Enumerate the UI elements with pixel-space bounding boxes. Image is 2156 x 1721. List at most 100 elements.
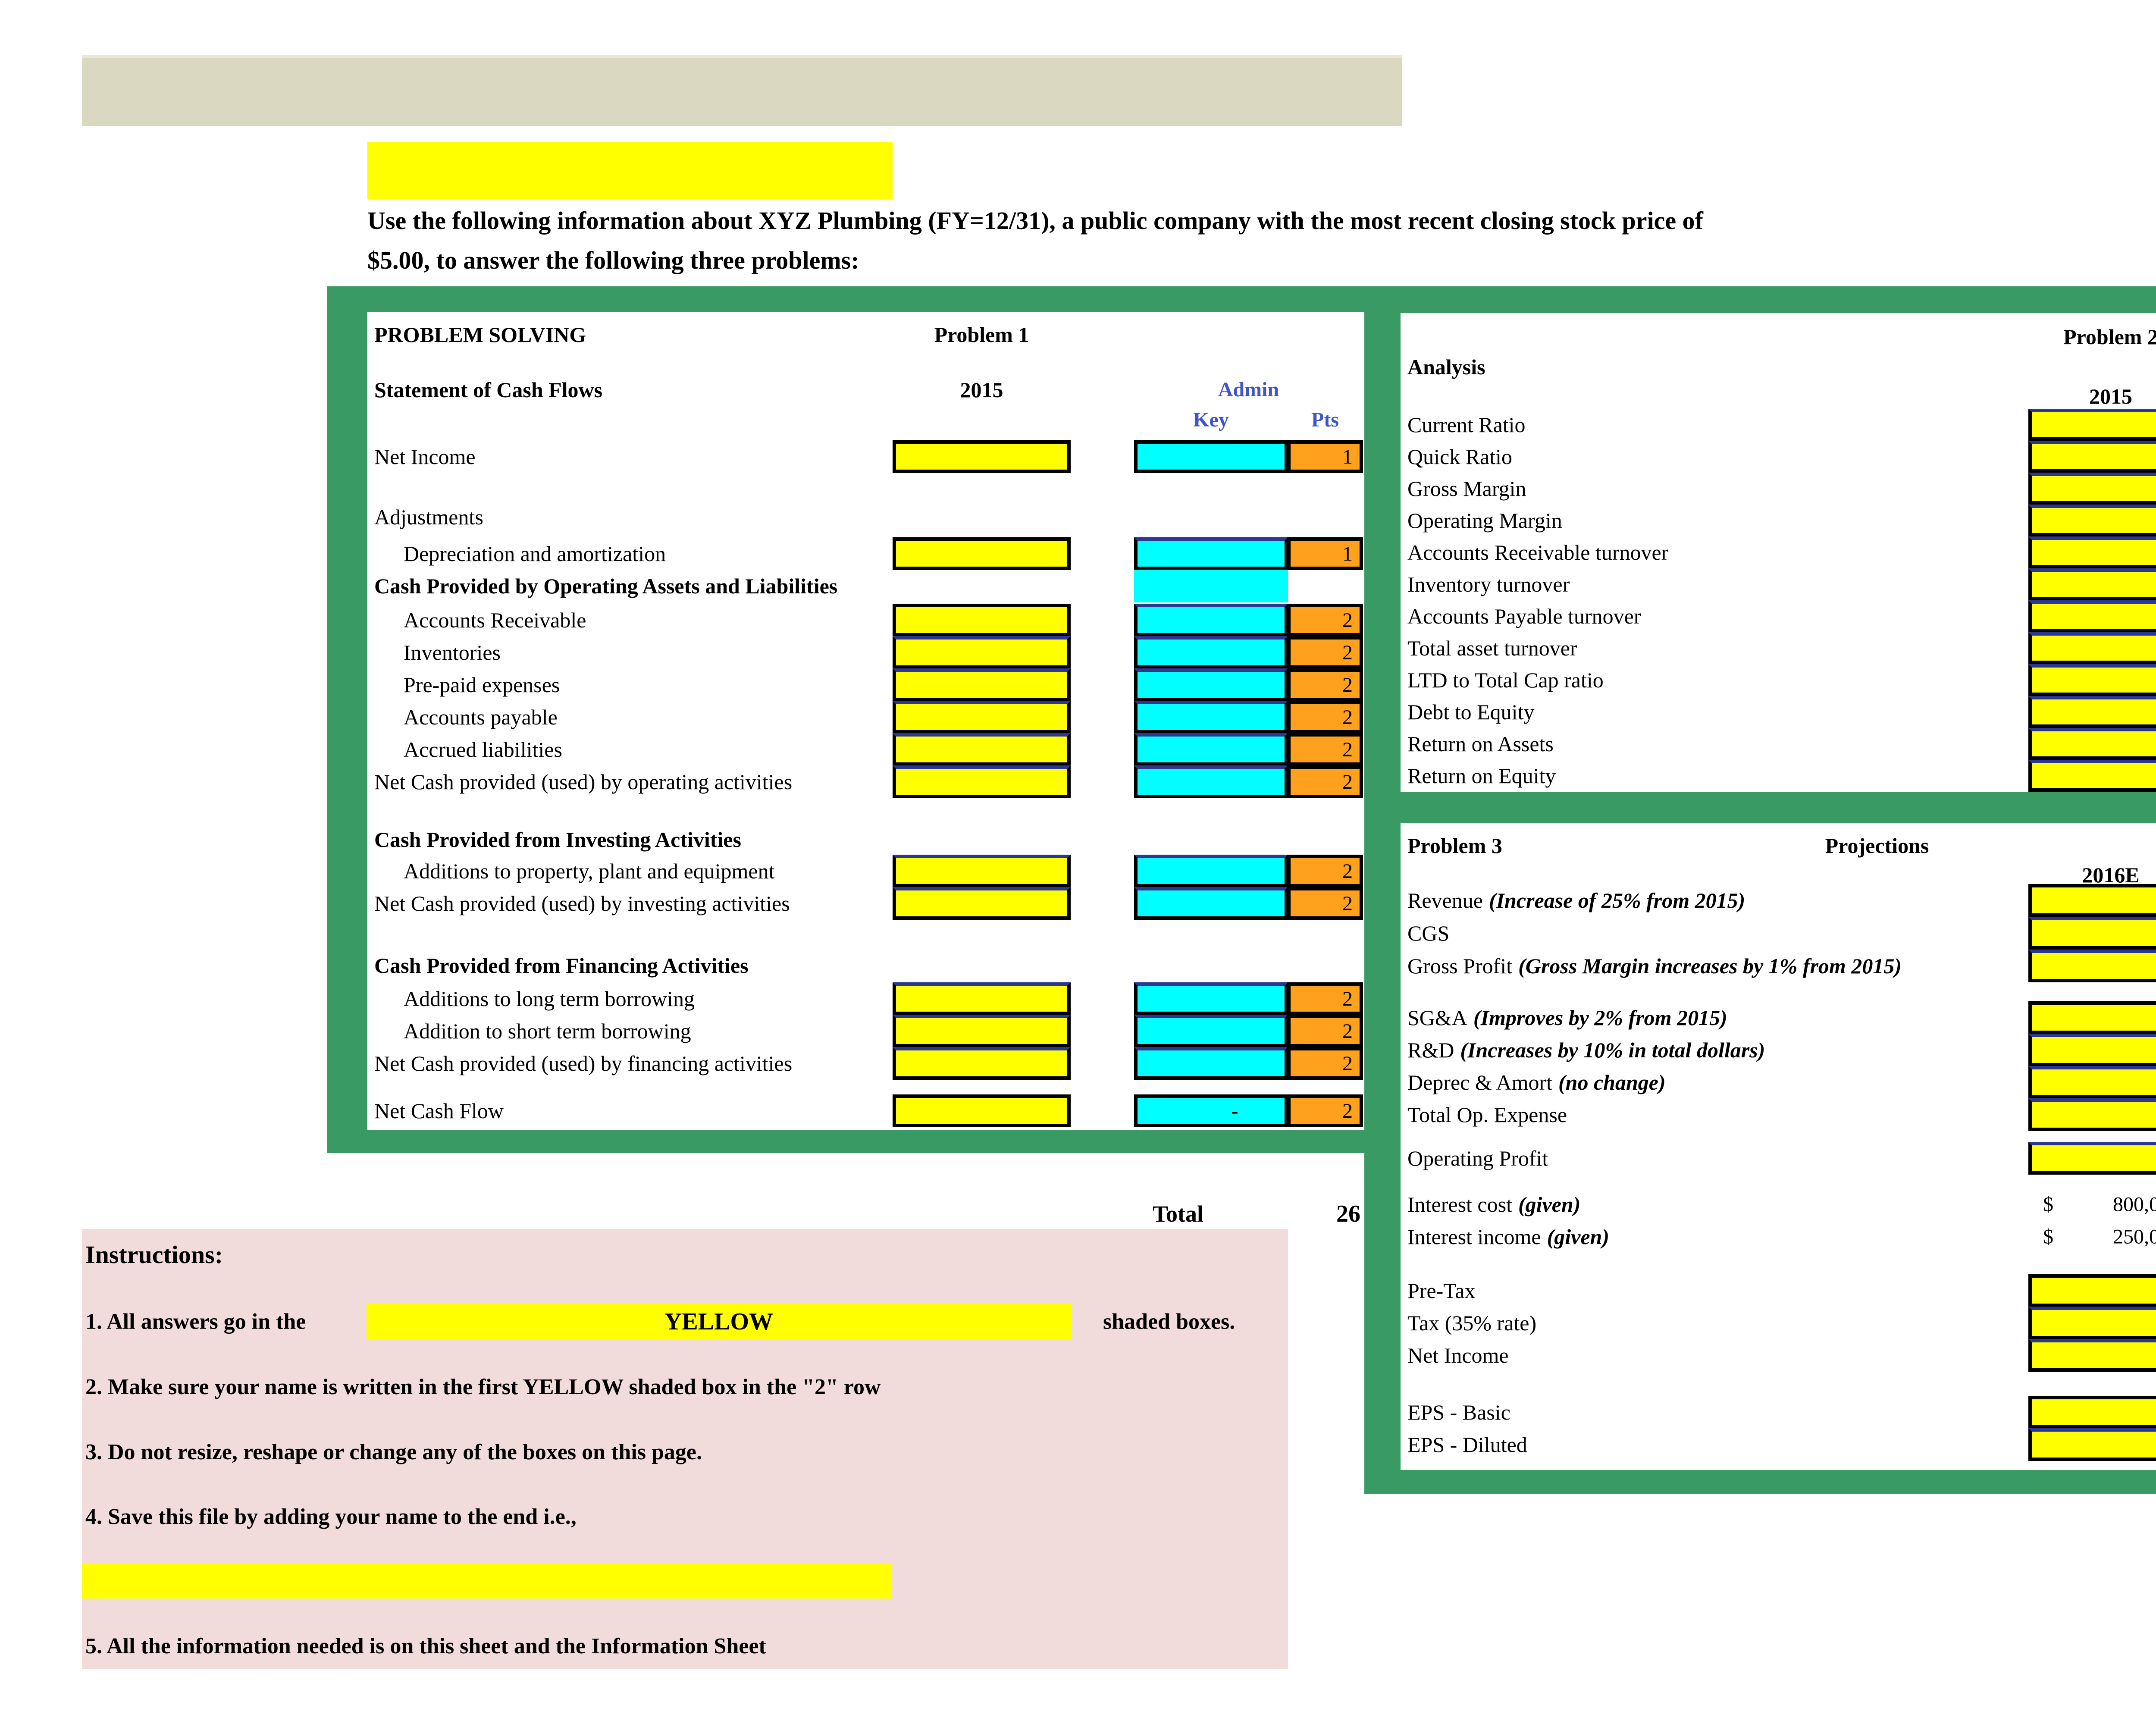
- row-label: Interest income(given): [1407, 1224, 1609, 1249]
- filename-input-cell[interactable]: [82, 1564, 892, 1599]
- answer-cell[interactable]: [893, 982, 1071, 1015]
- answer-cell[interactable]: [893, 1047, 1071, 1080]
- answer-cell[interactable]: [893, 440, 1071, 473]
- answer-cell[interactable]: [2028, 505, 2156, 536]
- row-note: (no change): [1558, 1070, 1666, 1094]
- p1-row-net-financing: Net Cash provided (used) by financing ac…: [367, 1047, 1364, 1080]
- intro-text-line1: Use the following information about XYZ …: [367, 204, 1703, 238]
- answer-cell[interactable]: [2028, 760, 2156, 792]
- p1-row-inventories: Inventories 2: [367, 636, 1364, 669]
- answer-cell[interactable]: [2028, 917, 2156, 950]
- instruction-item-2: 2. Make sure your name is written in the…: [85, 1374, 881, 1400]
- row-label: Accounts Receivable turnover: [1407, 540, 1668, 565]
- answer-cell[interactable]: [2028, 536, 2156, 568]
- answer-cell[interactable]: [2028, 950, 2156, 982]
- pts-cell: 2: [1287, 1047, 1363, 1080]
- key-cell: -: [1134, 1094, 1288, 1127]
- problem2-rows: Current Ratio 2 Quick Ratio 2 Gross Marg…: [1401, 409, 2156, 792]
- row-label: Additions to long term borrowing: [404, 986, 695, 1011]
- answer-cell[interactable]: [2028, 1066, 2156, 1099]
- key-band: [1134, 570, 1288, 602]
- answer-cell[interactable]: [893, 537, 1071, 570]
- p2-row: Inventory turnover 2: [1401, 568, 2156, 600]
- answer-cell[interactable]: [893, 668, 1071, 701]
- answer-cell[interactable]: [893, 887, 1071, 920]
- pts-cell: 2: [1287, 887, 1363, 920]
- instruction-1-suffix: shaded boxes.: [1103, 1309, 1235, 1335]
- answer-cell[interactable]: [893, 765, 1071, 798]
- answer-cell[interactable]: [2028, 1034, 2156, 1066]
- p3-row-deprec: Deprec & Amort(no change) 1: [1401, 1066, 2156, 1099]
- pts-value: 1: [1342, 542, 1353, 566]
- answer-cell[interactable]: [2028, 1142, 2156, 1175]
- row-label: Operating Margin: [1407, 508, 1562, 533]
- p3-row-tax: Tax (35% rate) 1: [1401, 1307, 2156, 1339]
- answer-cell[interactable]: [2028, 664, 2156, 696]
- row-label: Accounts payable: [404, 705, 558, 730]
- p3-row-pretax: Pre-Tax 1: [1401, 1274, 2156, 1307]
- row-label: Return on Equity: [1407, 763, 1556, 788]
- answer-cell[interactable]: [2028, 696, 2156, 728]
- p3-row-sga: SG&A(Improves by 2% from 2015) 1: [1401, 1001, 2156, 1034]
- given-value: $ 800,000: [2028, 1188, 2156, 1221]
- yellow-legend-label: YELLOW: [664, 1308, 773, 1335]
- p3-row-gross-profit: Gross Profit(Gross Margin increases by 1…: [1401, 950, 2156, 982]
- row-note: (Improves by 2% from 2015): [1473, 1006, 1727, 1030]
- row-label: Deprec & Amort(no change): [1407, 1070, 1666, 1095]
- answer-cell[interactable]: [2028, 1307, 2156, 1339]
- instruction-item-3: 3. Do not resize, reshape or change any …: [85, 1439, 702, 1465]
- problem1-section-label: PROBLEM SOLVING: [374, 320, 586, 350]
- answer-cell[interactable]: [2028, 1428, 2156, 1461]
- p1-row-accounts-payable: Accounts payable 2: [367, 701, 1364, 734]
- row-label: Depreciation and amortization: [404, 541, 666, 566]
- row-label: Gross Margin: [1407, 476, 1526, 501]
- answer-cell[interactable]: [2028, 884, 2156, 917]
- answer-cell[interactable]: [2028, 568, 2156, 600]
- answer-cell[interactable]: [893, 636, 1071, 669]
- answer-cell[interactable]: [2028, 409, 2156, 441]
- p2-row: Return on Assets 2: [1401, 728, 2156, 760]
- answer-cell[interactable]: [2028, 441, 2156, 473]
- answer-cell[interactable]: [2028, 1274, 2156, 1307]
- pts-cell: 2: [1287, 1094, 1363, 1127]
- answer-cell[interactable]: [893, 701, 1071, 734]
- answer-cell[interactable]: [2028, 728, 2156, 760]
- pts-value: 2: [1342, 1052, 1353, 1075]
- pts-cell: 2: [1287, 982, 1363, 1015]
- answer-cell[interactable]: [893, 855, 1071, 887]
- answer-cell[interactable]: [2028, 1001, 2156, 1034]
- yellow-legend-box: YELLOW: [367, 1303, 1071, 1340]
- answer-cell[interactable]: [2028, 632, 2156, 664]
- problem1-total-value: 26: [1274, 1198, 1360, 1229]
- row-label: Net Cash provided (used) by financing ac…: [374, 1051, 792, 1076]
- answer-cell[interactable]: [893, 1015, 1071, 1047]
- key-cell: [1134, 537, 1288, 570]
- answer-cell[interactable]: [2028, 1098, 2156, 1131]
- row-label: Pre-paid expenses: [404, 672, 560, 697]
- pts-value: 2: [1342, 673, 1353, 697]
- p3-row-rd: R&D(Increases by 10% in total dollars) 1: [1401, 1034, 2156, 1066]
- answer-cell[interactable]: [893, 1094, 1071, 1127]
- p1-row-adjustments: Adjustments: [367, 501, 1364, 533]
- p2-row: LTD to Total Cap ratio 2: [1401, 664, 2156, 696]
- row-label: Inventory turnover: [1407, 572, 1570, 597]
- pts-cell: 2: [1287, 701, 1363, 734]
- p1-row-net-investing: Net Cash provided (used) by investing ac…: [367, 887, 1364, 920]
- key-cell: [1134, 733, 1288, 766]
- p1-row-st-borrowing: Addition to short term borrowing 2: [367, 1015, 1364, 1047]
- answer-cell[interactable]: [2028, 1396, 2156, 1429]
- name-input-cell[interactable]: [367, 142, 893, 199]
- answer-cell[interactable]: [893, 604, 1071, 636]
- answer-cell[interactable]: [2028, 1339, 2156, 1372]
- top-banner: [82, 55, 1402, 126]
- p2-row: Operating Margin 2: [1401, 505, 2156, 536]
- pts-cell: 1: [1287, 440, 1363, 473]
- pts-value: 2: [1342, 1099, 1353, 1123]
- instructions-panel: Instructions: 1. All answers go in the Y…: [82, 1229, 1288, 1669]
- answer-cell[interactable]: [2028, 600, 2156, 632]
- pts-value: 2: [1342, 608, 1353, 632]
- answer-cell[interactable]: [893, 733, 1071, 766]
- p3-row-eps-basic: EPS - Basic 1: [1401, 1396, 2156, 1429]
- answer-cell[interactable]: [2028, 473, 2156, 505]
- pts-value: 2: [1342, 641, 1353, 665]
